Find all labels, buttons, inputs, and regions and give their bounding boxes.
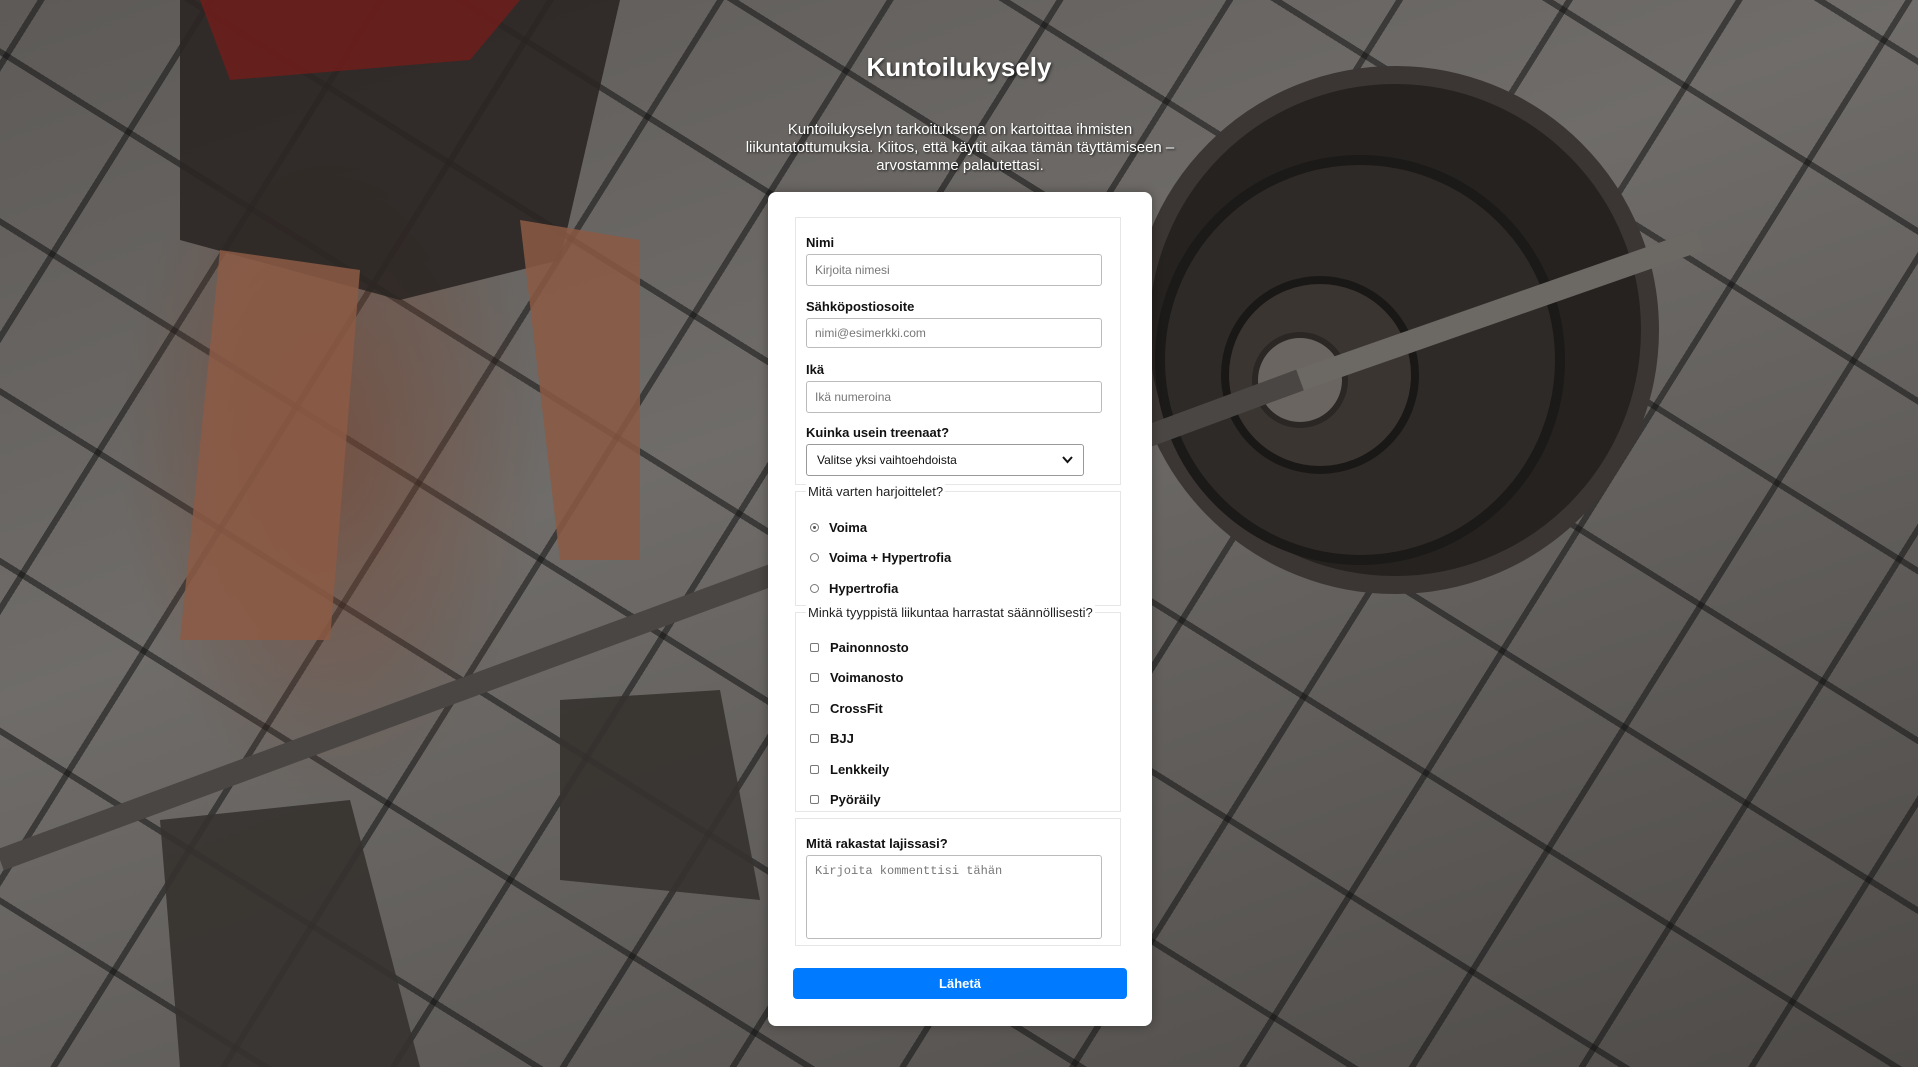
frequency-label: Kuinka usein treenaat? [806,425,950,440]
goal-option-hypertrofia[interactable]: Hypertrofia [810,581,898,596]
sport-option-label: Voimanosto [830,670,904,685]
sport-option-painonnosto[interactable]: Painonnosto [810,640,909,655]
radio-button[interactable] [810,553,819,562]
submit-button[interactable]: Lähetä [793,968,1127,999]
sport-option-label: BJJ [830,731,854,746]
age-input[interactable] [806,381,1102,413]
page-header: Kuntoilukysely [0,52,1918,83]
goal-option-voima[interactable]: Voima [810,520,867,535]
sport-option-bjj[interactable]: BJJ [810,731,854,746]
checkbox[interactable] [810,643,819,652]
checkbox[interactable] [810,704,819,713]
goal-option-voima-hypertrofia[interactable]: Voima + Hypertrofia [810,550,951,565]
page-description: Kuntoilukyselyn tarkoituksena on kartoit… [745,121,1175,174]
email-label: Sähköpostiosoite [806,299,915,314]
checkbox[interactable] [810,765,819,774]
page-title: Kuntoilukysely [866,52,1052,82]
checkbox[interactable] [810,673,819,682]
frequency-select[interactable]: Valitse yksi vaihtoehdoista [806,444,1084,476]
email-input[interactable] [806,318,1102,348]
sport-option-label: Painonnosto [830,640,909,655]
goal-legend: Mitä varten harjoittelet? [806,484,946,499]
checkbox[interactable] [810,734,819,743]
sport-option-lenkkeily[interactable]: Lenkkeily [810,762,889,777]
goal-option-label: Voima + Hypertrofia [829,550,952,565]
name-input[interactable] [806,254,1102,286]
comment-textarea[interactable] [806,855,1102,939]
sports-legend: Minkä tyyppistä liikuntaa harrastat sään… [806,605,1095,620]
age-label: Ikä [806,362,825,377]
goal-option-label: Voima [829,520,868,535]
sport-option-label: Pyöräily [830,792,881,807]
sport-option-voimanosto[interactable]: Voimanosto [810,670,903,685]
frequency-selected-value: Valitse yksi vaihtoehdoista [817,453,957,467]
sport-option-crossfit[interactable]: CrossFit [810,701,883,716]
radio-button[interactable] [810,584,819,593]
comment-label: Mitä rakastat lajissasi? [806,836,948,851]
radio-button[interactable] [810,523,819,532]
goal-option-label: Hypertrofia [829,581,899,596]
checkbox[interactable] [810,795,819,804]
name-label: Nimi [806,235,835,250]
survey-form: Nimi Sähköpostiosoite Ikä Kuinka usein t… [768,192,1152,1026]
sport-option-label: Lenkkeily [830,762,890,777]
sport-option-pyoraily[interactable]: Pyöräily [810,792,881,807]
sport-option-label: CrossFit [830,701,883,716]
chevron-down-icon [1062,456,1073,464]
